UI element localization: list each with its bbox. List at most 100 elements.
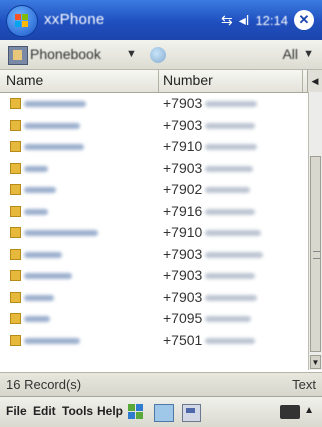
contact-card-icon <box>10 270 21 281</box>
menu-edit[interactable]: Edit <box>33 404 56 418</box>
clock[interactable]: 12:14 <box>255 13 288 28</box>
column-name[interactable]: Name <box>6 72 43 88</box>
phone-number-blurred <box>205 187 250 193</box>
contact-card-icon <box>10 98 21 109</box>
contact-card-icon <box>10 141 21 152</box>
list-item[interactable]: +7903 <box>0 243 306 265</box>
sync-icon[interactable] <box>154 404 174 422</box>
input-panel-arrow-icon[interactable]: ▲ <box>304 405 314 416</box>
record-count: 16 Record(s) <box>6 377 82 392</box>
chevron-down-icon[interactable]: ▼ <box>126 48 137 60</box>
column-divider[interactable] <box>302 70 303 92</box>
list-item[interactable]: +7910 <box>0 135 306 157</box>
text-mode-label[interactable]: Text <box>292 377 316 392</box>
phonebook-icon <box>8 46 28 65</box>
phone-number: +7903 <box>163 116 203 133</box>
phone-number-blurred <box>205 230 261 236</box>
phone-number-blurred <box>205 251 263 258</box>
column-divider[interactable] <box>158 70 159 92</box>
phone-number-blurred <box>205 337 255 344</box>
contact-name-blurred <box>24 316 50 322</box>
menu-file[interactable]: File <box>6 404 27 418</box>
vertical-scrollbar[interactable]: ▼ <box>308 92 322 370</box>
volume-icon[interactable]: ◂ǀ <box>239 12 250 29</box>
chevron-down-icon[interactable]: ▼ <box>303 48 314 60</box>
contact-name-blurred <box>24 273 72 279</box>
contact-name-blurred <box>24 294 54 301</box>
list-item[interactable]: +7903 <box>0 264 306 286</box>
phone-number: +7903 <box>163 95 203 111</box>
phone-number: +7910 <box>163 138 203 154</box>
list-item[interactable]: +7501 <box>0 329 306 351</box>
list-item[interactable]: +7916 <box>0 200 306 222</box>
contact-name-blurred <box>24 101 86 107</box>
status-area: ⇆ ◂ǀ 12:14 ✕ <box>221 8 314 32</box>
phone-number-blurred <box>205 294 257 301</box>
signal-icon[interactable]: ⇆ <box>221 12 233 29</box>
list-item[interactable]: +7903 <box>0 157 306 179</box>
phone-number-blurred <box>205 273 255 279</box>
contact-name-blurred <box>24 144 84 150</box>
menu-tools[interactable]: Tools <box>62 404 93 418</box>
contact-card-icon <box>10 184 21 195</box>
contact-name-blurred <box>24 208 48 215</box>
contact-card-icon <box>10 313 21 324</box>
phone-number: +7916 <box>163 202 203 219</box>
list-item[interactable]: +7903 <box>0 92 306 114</box>
phone-number: +7910 <box>163 224 203 240</box>
column-header: Name Number ◀ <box>0 70 322 93</box>
phone-number-blurred <box>205 101 257 107</box>
toolbar: Phonebook ▼ All ▼ <box>0 40 322 70</box>
phone-number: +7903 <box>163 245 203 262</box>
contact-card-icon <box>10 291 21 303</box>
phonebook-select[interactable]: Phonebook <box>30 46 101 62</box>
contact-card-icon <box>10 248 21 260</box>
menu-help[interactable]: Help <box>97 404 123 418</box>
list-item[interactable]: +7910 <box>0 221 306 243</box>
contact-name-blurred <box>24 230 98 236</box>
start-button[interactable] <box>6 5 38 37</box>
phone-number: +7903 <box>163 288 203 305</box>
scrollbar-grip <box>313 251 320 259</box>
phone-number: +7902 <box>163 181 203 197</box>
contact-card-icon <box>10 227 21 238</box>
windows-flag-icon <box>15 14 29 28</box>
phone-number-blurred <box>205 144 257 150</box>
list-item[interactable]: +7903 <box>0 114 306 136</box>
phone-number: +7501 <box>163 331 203 348</box>
new-contact-icon[interactable] <box>128 404 144 420</box>
contact-name-blurred <box>24 187 56 193</box>
phone-number-blurred <box>205 165 253 172</box>
contact-list: +7903 +7903 +7910 +7903 +7902 +7916 +7910 +7903… <box>0 92 306 370</box>
keyboard-icon[interactable] <box>280 405 300 419</box>
phone-number: +7903 <box>163 267 203 283</box>
contact-name-blurred <box>24 337 80 344</box>
title-bar: xxPhone ⇆ ◂ǀ 12:14 ✕ <box>0 0 322 40</box>
contact-card-icon <box>10 119 21 131</box>
contact-card-icon <box>10 162 21 174</box>
phone-number-blurred <box>205 208 255 215</box>
contact-card-icon <box>10 334 21 346</box>
contact-card-icon <box>10 205 21 217</box>
scroll-down-arrow[interactable]: ▼ <box>310 355 321 369</box>
scroll-left-arrow[interactable]: ◀ <box>307 70 322 92</box>
close-button[interactable]: ✕ <box>294 10 314 30</box>
phone-number: +7095 <box>163 310 203 326</box>
find-icon[interactable] <box>150 47 166 63</box>
contact-name-blurred <box>24 122 80 129</box>
phone-number-blurred <box>205 122 255 129</box>
list-item[interactable]: +7903 <box>0 286 306 308</box>
status-bar: 16 Record(s) Text <box>0 372 322 396</box>
save-icon[interactable] <box>182 404 201 422</box>
pocket-pc-screen: xxPhone ⇆ ◂ǀ 12:14 ✕ Phonebook ▼ All ▼ N… <box>0 0 322 427</box>
phone-number-blurred <box>205 316 251 322</box>
menu-bar: File Edit Tools Help ▲ <box>0 396 322 427</box>
filter-select[interactable]: All <box>282 46 298 62</box>
scrollbar-thumb[interactable] <box>310 156 321 352</box>
phone-number: +7903 <box>163 159 203 176</box>
app-title: xxPhone <box>44 11 105 28</box>
column-number[interactable]: Number <box>163 72 213 88</box>
list-item[interactable]: +7902 <box>0 178 306 200</box>
contact-name-blurred <box>24 251 62 258</box>
list-item[interactable]: +7095 <box>0 307 306 329</box>
